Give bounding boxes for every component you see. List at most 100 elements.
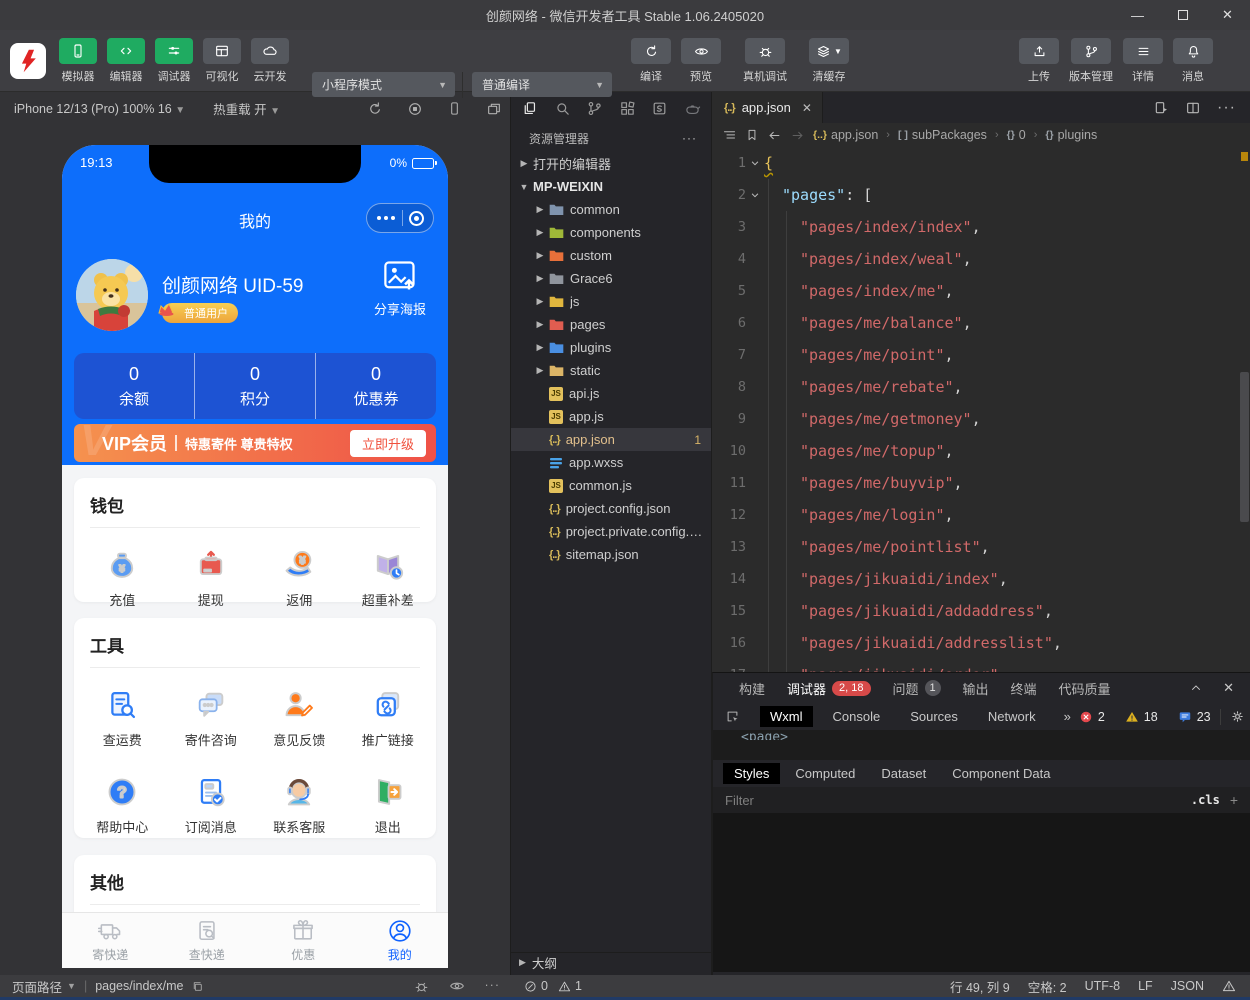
forward-icon[interactable] bbox=[790, 128, 805, 143]
multi-window-icon[interactable] bbox=[486, 101, 502, 117]
devtools-tab-network[interactable]: Network bbox=[978, 706, 1046, 727]
debug-tab-输出[interactable]: 输出 bbox=[963, 679, 989, 698]
file-project.config.json[interactable]: {..}project.config.json bbox=[511, 497, 711, 520]
stat-优惠券[interactable]: 0优惠券 bbox=[315, 353, 436, 419]
cls-button[interactable]: .cls bbox=[1191, 793, 1220, 807]
record-icon[interactable] bbox=[407, 101, 423, 117]
folder-pages[interactable]: ▶pages bbox=[511, 313, 711, 336]
styles-tab-styles[interactable]: Styles bbox=[723, 763, 780, 784]
refresh-action-button[interactable]: 编译 bbox=[626, 38, 676, 84]
editor-scrollbar[interactable] bbox=[1240, 372, 1249, 522]
minimize-button[interactable]: — bbox=[1115, 0, 1160, 30]
statusbar-eye-icon[interactable] bbox=[449, 978, 465, 994]
folder-common[interactable]: ▶common bbox=[511, 198, 711, 221]
back-icon[interactable] bbox=[767, 128, 782, 143]
open-preview-icon[interactable] bbox=[1153, 100, 1169, 116]
maximize-button[interactable] bbox=[1160, 0, 1205, 30]
outline-list-icon[interactable] bbox=[722, 128, 737, 143]
folder-custom[interactable]: ▶custom bbox=[511, 244, 711, 267]
status-item[interactable]: LF bbox=[1138, 979, 1153, 993]
styles-tab-dataset[interactable]: Dataset bbox=[870, 763, 937, 784]
close-button[interactable]: ✕ bbox=[1205, 0, 1250, 30]
snippets-icon[interactable] bbox=[651, 100, 668, 117]
file-app.json[interactable]: {..}app.json1 bbox=[511, 428, 711, 451]
open-editors-section[interactable]: ▶打开的编辑器 bbox=[511, 152, 711, 175]
share-poster-button[interactable]: 分享海报 bbox=[368, 259, 432, 318]
debug-tab-终端[interactable]: 终端 bbox=[1011, 679, 1037, 698]
tabbar-docsearch[interactable]: 查快递 bbox=[159, 913, 256, 968]
file-app.wxss[interactable]: app.wxss bbox=[511, 451, 711, 474]
rotate-icon[interactable] bbox=[367, 101, 383, 117]
editor-more-icon[interactable]: ··· bbox=[1217, 99, 1236, 117]
help-item[interactable]: ?帮助中心 bbox=[78, 761, 167, 848]
consult-item[interactable]: 寄件咨询 bbox=[167, 674, 256, 761]
styles-tab-component-data[interactable]: Component Data bbox=[941, 763, 1061, 784]
device-frame-icon[interactable] bbox=[447, 101, 462, 116]
devtools-tab-console[interactable]: Console bbox=[823, 706, 891, 727]
breadcrumb-item[interactable]: {..}app.json bbox=[813, 128, 878, 142]
devtools-settings-icon[interactable] bbox=[1230, 709, 1245, 724]
breadcrumb-item[interactable]: [ ]subPackages bbox=[898, 128, 987, 142]
device-select[interactable]: iPhone 12/13 (Pro) 100% 16 ▼ bbox=[14, 102, 185, 116]
add-style-icon[interactable]: + bbox=[1230, 792, 1238, 808]
cloud-toggle-button[interactable]: 云开发 bbox=[246, 38, 294, 84]
logout-item[interactable]: 退出 bbox=[344, 761, 433, 848]
bookmark-icon[interactable] bbox=[745, 128, 759, 142]
explorer-more-icon[interactable]: ··· bbox=[682, 131, 697, 145]
freight-item[interactable]: 查运费 bbox=[78, 674, 167, 761]
folder-js[interactable]: ▶js bbox=[511, 290, 711, 313]
tabbar-gift[interactable]: 优惠 bbox=[255, 913, 352, 968]
debug-tab-代码质量[interactable]: 代码质量 bbox=[1059, 679, 1111, 698]
inspect-element-icon[interactable] bbox=[725, 709, 740, 724]
stat-积分[interactable]: 0积分 bbox=[194, 353, 315, 419]
status-item[interactable]: JSON bbox=[1171, 979, 1204, 993]
statusbar-bug-icon[interactable] bbox=[414, 978, 429, 994]
code-area[interactable]: 1{2"pages": [3"pages/index/index",4"page… bbox=[712, 147, 1250, 672]
status-warning-icon[interactable] bbox=[1222, 979, 1236, 993]
devtools-tab-sources[interactable]: Sources bbox=[900, 706, 968, 727]
menu3-action-button[interactable]: 详情 bbox=[1118, 38, 1168, 84]
more-tabs-icon[interactable]: » bbox=[1064, 709, 1071, 724]
split-editor-icon[interactable] bbox=[1185, 100, 1201, 116]
upgrade-button[interactable]: 立即升级 bbox=[350, 430, 426, 457]
eye-action-button[interactable]: 预览 bbox=[676, 38, 726, 84]
breadcrumb-item[interactable]: {}0 bbox=[1007, 128, 1026, 142]
bug-action-button[interactable]: 真机调试 bbox=[732, 38, 798, 84]
tabbar-truck[interactable]: 寄快递 bbox=[62, 913, 159, 968]
search-icon[interactable] bbox=[554, 100, 571, 117]
project-root[interactable]: ▼MP-WEIXIN bbox=[511, 175, 711, 198]
bell-action-button[interactable]: 消息 bbox=[1168, 38, 1218, 84]
close-panel-icon[interactable]: ✕ bbox=[1223, 680, 1234, 696]
compile-mode-select[interactable]: 普通编译 ▼ bbox=[472, 72, 612, 97]
stat-余额[interactable]: 0余额 bbox=[74, 353, 194, 419]
branch-action-button[interactable]: 版本管理 bbox=[1066, 38, 1116, 84]
source-control-icon[interactable] bbox=[586, 100, 603, 117]
file-app.js[interactable]: JSapp.js bbox=[511, 405, 711, 428]
overweight-item[interactable]: 超重补差 bbox=[344, 534, 433, 621]
file-sitemap.json[interactable]: {..}sitemap.json bbox=[511, 543, 711, 566]
folder-Grace6[interactable]: ▶Grace6 bbox=[511, 267, 711, 290]
file-common.js[interactable]: JScommon.js bbox=[511, 474, 711, 497]
style-filter-input[interactable]: Filter .cls + bbox=[713, 787, 1250, 813]
debug-tab-调试器[interactable]: 调试器2, 18 bbox=[787, 679, 870, 698]
status-item[interactable]: UTF-8 bbox=[1085, 979, 1120, 993]
upload-action-button[interactable]: 上传 bbox=[1014, 38, 1064, 84]
styles-tab-computed[interactable]: Computed bbox=[784, 763, 866, 784]
service-item[interactable]: 联系客服 bbox=[255, 761, 344, 848]
folder-plugins[interactable]: ▶plugins bbox=[511, 336, 711, 359]
files-icon[interactable] bbox=[521, 100, 538, 117]
debug-tab-问题[interactable]: 问题1 bbox=[893, 679, 941, 698]
recharge-item[interactable]: ¥充值 bbox=[78, 534, 167, 621]
withdraw-item[interactable]: 提现 bbox=[167, 534, 256, 621]
mode-select[interactable]: 小程序模式 ▼ bbox=[312, 72, 455, 97]
debug-tab-构建[interactable]: 构建 bbox=[739, 679, 765, 698]
problems-segment[interactable]: 0 1 bbox=[510, 979, 712, 993]
wxml-tree-clipped[interactable]: <page> bbox=[713, 730, 1250, 740]
more-dots-icon[interactable] bbox=[377, 216, 395, 220]
teapot-icon[interactable] bbox=[684, 100, 701, 117]
subscribe-item[interactable]: 订阅消息 bbox=[167, 761, 256, 848]
rebate-item[interactable]: ¥返佣 bbox=[255, 534, 344, 621]
close-tab-icon[interactable]: ✕ bbox=[802, 101, 812, 115]
file-api.js[interactable]: JSapi.js bbox=[511, 382, 711, 405]
outline-section[interactable]: ▶大纲 bbox=[511, 952, 711, 972]
